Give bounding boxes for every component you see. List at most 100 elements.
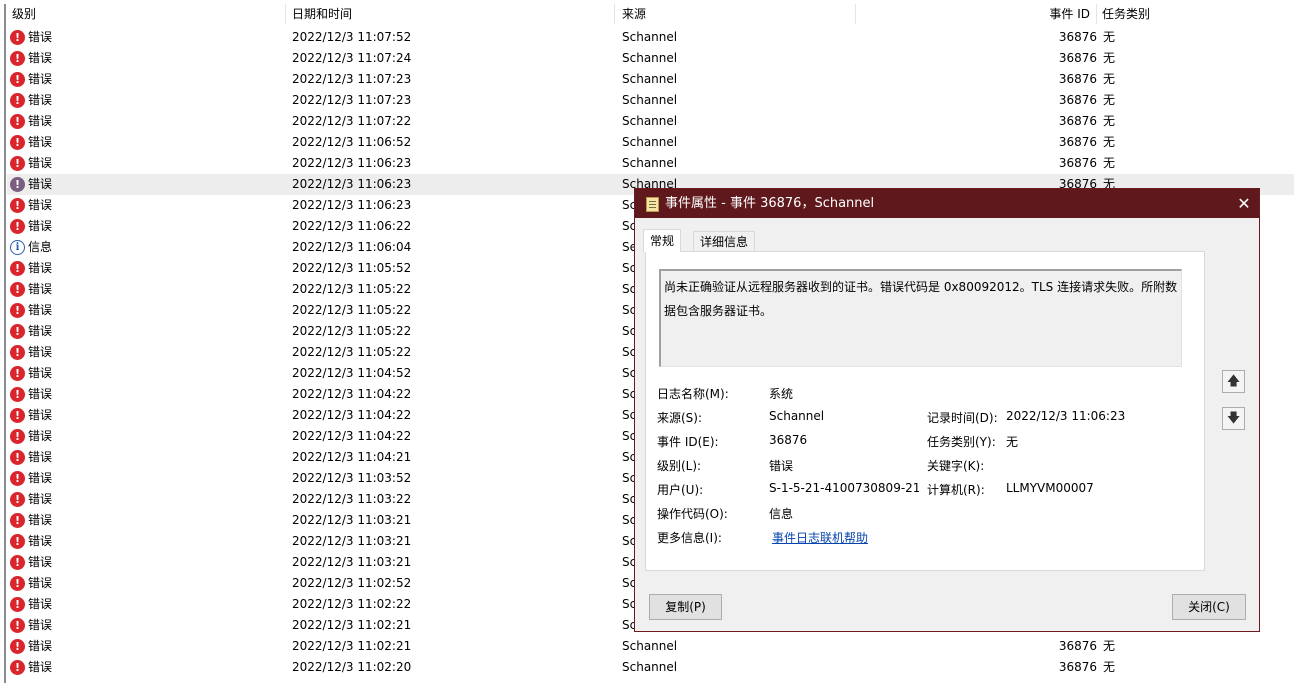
cell-source: Schannel	[622, 72, 678, 86]
error-icon	[10, 135, 25, 150]
level-value[interactable]: 错误	[769, 457, 793, 474]
event-log-icon	[646, 197, 659, 212]
cell-level: 错误	[28, 282, 53, 296]
level-label: 级别(L):	[657, 459, 702, 473]
cell-datetime: 2022/12/3 11:07:23	[292, 72, 412, 86]
cell-datetime: 2022/12/3 11:07:24	[292, 51, 412, 65]
event-description[interactable]: 尚未正确验证从远程服务器收到的证书。错误代码是 0x80092012。TLS 连…	[659, 269, 1182, 367]
user-value[interactable]: S-1-5-21-4100730809-216	[769, 481, 919, 495]
log-name-value[interactable]: 系统	[769, 385, 793, 402]
table-row[interactable]: 错误 2022/12/3 11:07:22 Schannel 36876 无	[7, 111, 1294, 132]
cell-level: 错误	[28, 72, 53, 86]
log-name-label: 日志名称(M):	[657, 387, 729, 401]
cell-source: Schannel	[622, 114, 678, 128]
logged-value[interactable]: 2022/12/3 11:06:23	[1006, 409, 1125, 423]
error-icon	[10, 387, 25, 402]
error-icon	[10, 93, 25, 108]
cell-level: 错误	[28, 513, 53, 527]
column-header-datetime[interactable]: 日期和时间	[292, 4, 352, 26]
error-icon	[10, 492, 25, 507]
task-category-value[interactable]: 无	[1006, 433, 1018, 450]
cell-datetime: 2022/12/3 11:04:52	[292, 366, 412, 380]
cell-source: Schannel	[622, 660, 678, 674]
cell-task: 无	[1103, 135, 1116, 149]
column-header-source[interactable]: 来源	[622, 4, 646, 26]
table-row[interactable]: 错误 2022/12/3 11:07:23 Schannel 36876 无	[7, 69, 1294, 90]
cell-event-id: 36876	[1058, 114, 1097, 128]
error-icon	[10, 261, 25, 276]
table-row[interactable]: 错误 2022/12/3 11:02:20 Schannel 36876 无	[7, 657, 1294, 678]
arrow-up-icon: 🡅	[1226, 374, 1241, 389]
column-header-event-id[interactable]: 事件 ID	[1030, 4, 1090, 26]
error-icon	[10, 513, 25, 528]
cell-datetime: 2022/12/3 11:05:52	[292, 261, 412, 275]
cell-level: 错误	[28, 387, 53, 401]
opcode-label: 操作代码(O):	[657, 507, 728, 521]
more-info-link[interactable]: 事件日志联机帮助	[772, 529, 868, 546]
dialog-titlebar[interactable]: 事件属性 - 事件 36876，Schannel ✕	[635, 189, 1259, 218]
user-label: 用户(U):	[657, 483, 704, 497]
error-icon	[10, 303, 25, 318]
dialog-title: 事件属性 - 事件 36876，Schannel	[665, 196, 875, 211]
general-panel: 尚未正确验证从远程服务器收到的证书。错误代码是 0x80092012。TLS 连…	[645, 251, 1205, 571]
cell-datetime: 2022/12/3 11:07:22	[292, 114, 412, 128]
cell-event-id: 36876	[1058, 135, 1097, 149]
column-divider[interactable]	[614, 4, 615, 24]
cell-event-id: 36876	[1058, 93, 1097, 107]
table-row[interactable]: 错误 2022/12/3 11:06:23 Schannel 36876 无	[7, 153, 1294, 174]
error-icon	[10, 345, 25, 360]
column-header-task[interactable]: 任务类别	[1102, 4, 1150, 26]
cell-datetime: 2022/12/3 11:04:22	[292, 429, 412, 443]
event-properties-dialog: 事件属性 - 事件 36876，Schannel ✕ 常规 详细信息 尚未正确验…	[634, 188, 1260, 632]
column-divider[interactable]	[285, 4, 286, 24]
cell-level: 信息	[28, 240, 53, 254]
cell-level: 错误	[28, 429, 53, 443]
cell-datetime: 2022/12/3 11:02:22	[292, 597, 412, 611]
copy-button[interactable]: 复制(P)	[649, 594, 722, 620]
opcode-value[interactable]: 信息	[769, 505, 793, 522]
cell-level: 错误	[28, 618, 53, 632]
source-label: 来源(S):	[657, 411, 703, 425]
cell-level: 错误	[28, 660, 53, 674]
cell-datetime: 2022/12/3 11:05:22	[292, 324, 412, 338]
column-header-level[interactable]: 级别	[12, 4, 36, 26]
more-info-label: 更多信息(I):	[657, 531, 722, 545]
cell-datetime: 2022/12/3 11:06:23	[292, 177, 412, 191]
error-icon	[10, 282, 25, 297]
cell-datetime: 2022/12/3 11:02:52	[292, 576, 412, 590]
tab-details[interactable]: 详细信息	[693, 231, 756, 251]
close-icon[interactable]: ✕	[1229, 189, 1259, 218]
cell-datetime: 2022/12/3 11:02:21	[292, 618, 412, 632]
cell-level: 错误	[28, 51, 53, 65]
table-row[interactable]: 错误 2022/12/3 11:07:52 Schannel 36876 无	[7, 27, 1294, 48]
cell-level: 错误	[28, 345, 53, 359]
tab-general[interactable]: 常规	[643, 229, 682, 252]
cell-source: Schannel	[622, 639, 678, 653]
cell-source: Schannel	[622, 156, 678, 170]
error-icon	[10, 366, 25, 381]
computer-value[interactable]: LLMYVM00007	[1006, 481, 1094, 495]
next-event-button[interactable]: 🡇	[1222, 407, 1245, 430]
table-row[interactable]: 错误 2022/12/3 11:07:23 Schannel 36876 无	[7, 90, 1294, 111]
cell-event-id: 36876	[1058, 156, 1097, 170]
error-icon	[10, 618, 25, 633]
cell-datetime: 2022/12/3 11:04:21	[292, 450, 412, 464]
cell-task: 无	[1103, 660, 1116, 674]
error-icon	[10, 450, 25, 465]
cell-level: 错误	[28, 555, 53, 569]
cell-datetime: 2022/12/3 11:07:23	[292, 93, 412, 107]
cell-datetime: 2022/12/3 11:02:21	[292, 639, 412, 653]
previous-event-button[interactable]: 🡅	[1222, 370, 1245, 393]
error-icon	[10, 324, 25, 339]
source-value[interactable]: Schannel	[769, 409, 824, 423]
table-row[interactable]: 错误 2022/12/3 11:07:24 Schannel 36876 无	[7, 48, 1294, 69]
table-row[interactable]: 错误 2022/12/3 11:02:21 Schannel 36876 无	[7, 636, 1294, 657]
cell-event-id: 36876	[1058, 51, 1097, 65]
computer-label: 计算机(R):	[927, 483, 985, 497]
column-divider[interactable]	[1096, 4, 1097, 24]
column-divider[interactable]	[855, 4, 856, 24]
event-id-value[interactable]: 36876	[769, 433, 807, 447]
cell-level: 错误	[28, 219, 53, 233]
table-row[interactable]: 错误 2022/12/3 11:06:52 Schannel 36876 无	[7, 132, 1294, 153]
close-button[interactable]: 关闭(C)	[1172, 594, 1246, 620]
